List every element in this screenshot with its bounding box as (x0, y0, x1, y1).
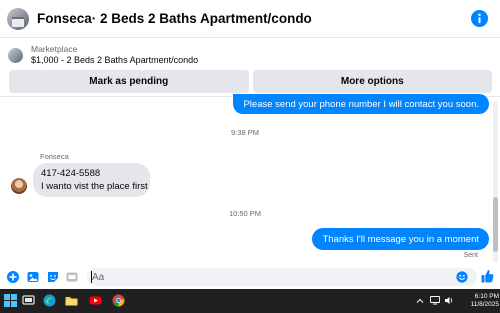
outgoing-message: Please send your phone number I will con… (233, 94, 489, 114)
outgoing-message: Thanks I'll message you in a moment (312, 228, 489, 250)
gif-icon[interactable] (66, 271, 78, 283)
network-icon[interactable] (430, 296, 440, 305)
marketplace-label: Marketplace (31, 44, 78, 54)
conversation-title[interactable]: Fonseca· 2 Beds 2 Baths Apartment/condo (37, 11, 312, 26)
more-options-button[interactable]: More options (252, 70, 492, 93)
incoming-message-line: I wanto vist the place first (41, 181, 148, 192)
task-view-icon[interactable] (22, 294, 35, 307)
incoming-message: 417-424-5588 I wanto vist the place firs… (33, 163, 150, 197)
system-clock[interactable]: 6:10 PM 11/8/2025 (466, 293, 499, 309)
listing-thumbnail[interactable] (7, 7, 29, 30)
listing-icon (8, 47, 23, 63)
image-icon[interactable] (27, 271, 39, 283)
mark-as-pending-button[interactable]: Mark as pending (9, 70, 249, 93)
like-icon[interactable] (481, 269, 494, 283)
clock-date: 11/8/2025 (470, 301, 499, 308)
message-thread[interactable]: Please send your phone number I will con… (0, 94, 500, 266)
text-caret (91, 271, 92, 283)
incoming-message-line: 417-424-5588 (41, 168, 101, 179)
conversation-header: Fonseca· 2 Beds 2 Baths Apartment/condo (0, 0, 500, 38)
timestamp: 9:38 PM (231, 128, 259, 137)
plus-icon[interactable] (7, 271, 19, 283)
listing-summary: $1,000 - 2 Beds 2 Baths Apartment/condo (31, 55, 199, 65)
message-input[interactable] (87, 268, 477, 286)
marketplace-listing[interactable]: Marketplace $1,000 - 2 Beds 2 Baths Apar… (0, 40, 500, 70)
avatar[interactable] (11, 178, 27, 194)
listing-actions: Mark as pending More options (9, 70, 492, 93)
volume-icon[interactable] (444, 296, 454, 305)
emoji-icon[interactable] (456, 271, 468, 283)
youtube-icon[interactable] (89, 294, 102, 307)
delivery-status: Sent (463, 252, 478, 259)
scrollbar-thumb[interactable] (493, 197, 498, 252)
timestamp: 10:50 PM (228, 209, 262, 218)
edge-icon[interactable] (43, 294, 56, 307)
clock-time: 6:10 PM (474, 293, 499, 300)
windows-icon[interactable] (4, 294, 17, 307)
info-icon[interactable] (471, 10, 488, 27)
chrome-icon[interactable] (112, 294, 125, 307)
file-explorer-icon[interactable] (65, 294, 78, 307)
windows-taskbar: 6:10 PM 11/8/2025 (0, 289, 500, 313)
sender-name: Fonseca (40, 152, 69, 161)
sticker-icon[interactable] (47, 271, 59, 283)
chevron-up-icon[interactable] (416, 297, 424, 305)
messenger-window: Fonseca· 2 Beds 2 Baths Apartment/condo … (0, 0, 500, 313)
